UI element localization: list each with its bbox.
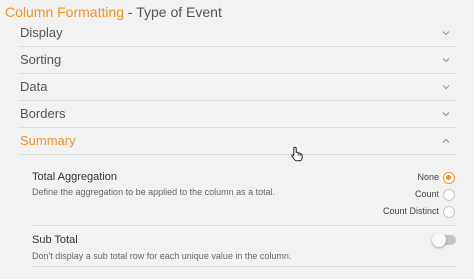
accordion-sorting[interactable]: Sorting bbox=[18, 47, 456, 74]
chevron-down-icon bbox=[442, 112, 450, 117]
hand-pointer-icon bbox=[291, 146, 303, 162]
chevron-up-icon bbox=[442, 138, 450, 143]
aggregation-option-count-distinct-label: Count Distinct bbox=[382, 206, 439, 216]
chevron-down-icon bbox=[442, 31, 450, 36]
accordion-borders[interactable]: Borders bbox=[18, 101, 456, 128]
sub-total-label: Sub Total bbox=[32, 234, 78, 246]
section-divider bbox=[32, 225, 456, 226]
dialog-title-rest: - Type of Event bbox=[124, 4, 222, 20]
toggle-knob bbox=[432, 233, 446, 247]
chevron-down-icon bbox=[442, 58, 450, 63]
total-aggregation-description: Define the aggregation to be applied to … bbox=[32, 187, 276, 197]
accordion-borders-label: Borders bbox=[20, 106, 66, 121]
chevron-down-icon bbox=[442, 85, 450, 90]
accordion-summary[interactable]: Summary bbox=[18, 128, 456, 155]
accordion-display-label: Display bbox=[20, 25, 63, 40]
dialog-title: Column Formatting - Type of Event bbox=[5, 3, 222, 21]
sub-total-description: Don't display a sub total row for each u… bbox=[32, 251, 292, 261]
accordion-sorting-label: Sorting bbox=[20, 52, 62, 67]
aggregation-option-none-radio[interactable] bbox=[443, 172, 455, 184]
accordion-data[interactable]: Data bbox=[18, 74, 456, 101]
dialog-title-accent: Column Formatting bbox=[5, 4, 125, 20]
aggregation-option-count-distinct-radio[interactable] bbox=[443, 206, 455, 218]
total-aggregation-label: Total Aggregation bbox=[32, 171, 118, 183]
accordion-summary-label: Summary bbox=[20, 133, 76, 148]
aggregation-option-count-label: Count bbox=[414, 189, 439, 199]
aggregation-option-count-radio[interactable] bbox=[443, 189, 455, 201]
section-divider-bottom bbox=[32, 266, 456, 267]
sub-total-toggle[interactable] bbox=[432, 233, 456, 247]
accordion-data-label: Data bbox=[20, 79, 48, 94]
aggregation-option-none-label: None bbox=[417, 172, 439, 182]
accordion-display[interactable]: Display bbox=[18, 20, 456, 47]
